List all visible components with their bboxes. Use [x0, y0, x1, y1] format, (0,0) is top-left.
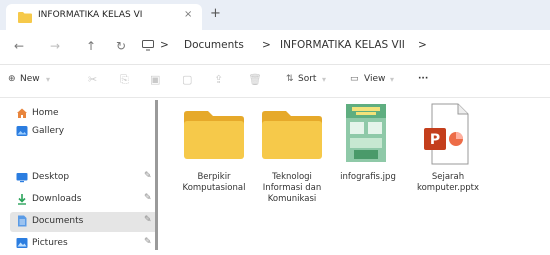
up-arrow-icon[interactable]: ↑ — [86, 39, 96, 53]
breadcrumb-separator: > — [160, 39, 169, 51]
command-toolbar: ⊕ New ▾ ✂ ⎘ ▣ ▢ ⇪ 🗑 ⇅ Sort ▾ ▭ View ▾ ··… — [0, 65, 550, 98]
sort-icon: ⇅ — [286, 74, 294, 84]
tab-informatika[interactable]: INFORMATIKA KELAS VI × — [6, 4, 202, 30]
chevron-down-icon: ▾ — [390, 75, 395, 84]
image-thumbnail-icon — [346, 104, 386, 162]
rename-icon[interactable]: ▢ — [182, 73, 192, 86]
file-name: Teknologi Informasi dan Komunikasi — [262, 172, 322, 204]
powerpoint-icon: P — [424, 103, 469, 165]
new-button[interactable]: New — [20, 74, 40, 84]
breadcrumb-separator: > — [262, 39, 271, 51]
pictures-icon — [16, 238, 28, 248]
back-arrow-icon[interactable]: ← — [14, 39, 24, 53]
monitor-icon[interactable] — [142, 40, 154, 51]
sidebar-item-label: Pictures — [32, 238, 68, 248]
file-name: Sejarah komputer.pptx — [416, 172, 479, 193]
file-name: infografis.jpg — [340, 172, 396, 182]
pin-icon: ✎ — [144, 215, 152, 225]
new-tab-button[interactable]: + — [210, 6, 221, 21]
documents-icon — [18, 215, 27, 227]
pin-icon: ✎ — [144, 171, 152, 181]
refresh-icon[interactable]: ↻ — [116, 39, 126, 53]
view-icon: ▭ — [350, 74, 359, 84]
sidebar-item-desktop[interactable]: Desktop ✎ — [10, 168, 158, 188]
home-icon — [17, 108, 27, 118]
gallery-icon — [16, 126, 28, 136]
folder-icon — [184, 111, 244, 159]
tab-strip: INFORMATIKA KELAS VI × + — [0, 0, 550, 30]
copy-icon[interactable]: ⎘ — [120, 73, 129, 87]
svg-text:P: P — [430, 132, 440, 148]
sidebar-item-documents[interactable]: Documents ✎ — [10, 212, 158, 232]
address-bar: ← → ↑ ↻ > Documents > INFORMATIKA KELAS … — [0, 30, 550, 65]
sidebar-item-home[interactable]: Home — [10, 104, 158, 124]
view-button[interactable]: View — [364, 74, 385, 84]
chevron-down-icon: ▾ — [322, 75, 327, 84]
file-name: Berpikir Komputasional — [182, 172, 246, 193]
sidebar-item-gallery[interactable]: Gallery — [10, 122, 158, 142]
pin-icon: ✎ — [144, 193, 152, 203]
sort-button[interactable]: Sort — [298, 74, 316, 84]
more-options-icon[interactable]: ··· — [418, 74, 428, 84]
sidebar-item-pictures[interactable]: Pictures ✎ — [10, 234, 158, 254]
new-plus-icon: ⊕ — [8, 74, 16, 84]
sidebar-item-label: Desktop — [32, 172, 70, 182]
desktop-icon — [16, 173, 28, 183]
pin-icon: ✎ — [144, 237, 152, 247]
navigation-pane: Home Gallery Desktop ✎ Downloads ✎ Docum… — [0, 98, 160, 255]
delete-icon[interactable]: 🗑 — [248, 73, 262, 86]
sidebar-item-label: Gallery — [32, 126, 65, 136]
breadcrumb-separator[interactable]: > — [418, 39, 427, 51]
breadcrumb-informatika[interactable]: INFORMATIKA KELAS VII — [280, 39, 405, 51]
paste-icon[interactable]: ▣ — [150, 73, 160, 86]
breadcrumb-documents[interactable]: Documents — [184, 39, 244, 51]
pane-splitter[interactable] — [155, 100, 158, 250]
tab-title: INFORMATIKA KELAS VI — [38, 10, 143, 20]
file-list: Berpikir Komputasional Teknologi Informa… — [162, 98, 550, 255]
forward-arrow-icon[interactable]: → — [50, 39, 60, 53]
chevron-down-icon: ▾ — [46, 75, 51, 84]
sidebar-item-label: Downloads — [32, 194, 82, 204]
downloads-icon — [18, 194, 26, 205]
close-tab-button[interactable]: × — [184, 9, 192, 20]
folder-icon — [18, 12, 32, 23]
sidebar-item-label: Home — [32, 108, 59, 118]
sidebar-item-downloads[interactable]: Downloads ✎ — [10, 190, 158, 210]
share-icon[interactable]: ⇪ — [214, 73, 223, 86]
sidebar-item-label: Documents — [32, 216, 84, 226]
folder-icon — [262, 111, 322, 159]
cut-icon[interactable]: ✂ — [88, 73, 97, 86]
